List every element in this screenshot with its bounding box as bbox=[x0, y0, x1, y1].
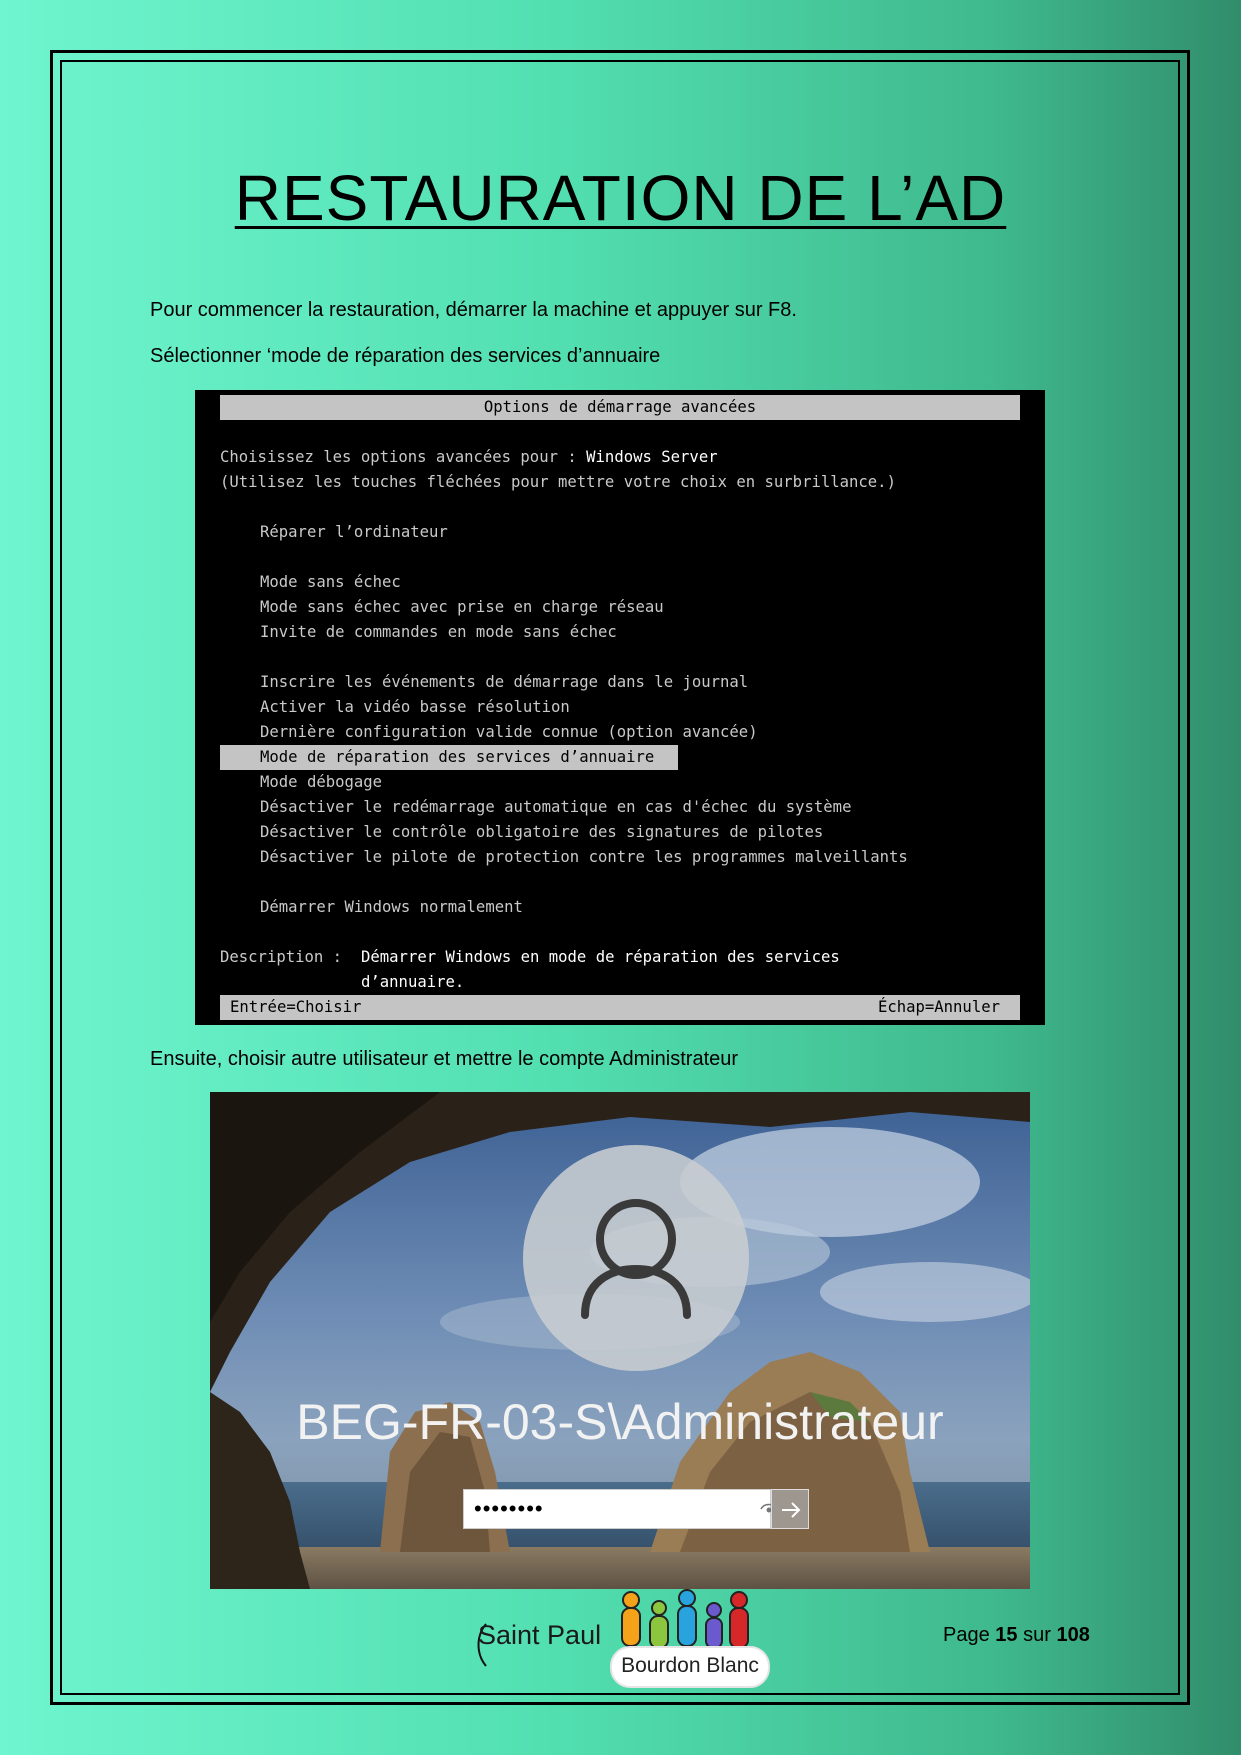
login-username: BEG-FR-03-S\Administrateur bbox=[296, 1394, 944, 1450]
user-avatar bbox=[523, 1145, 749, 1371]
login-screenshot: BEG-FR-03-S\Administrateur •••••••• bbox=[210, 1092, 1030, 1589]
boot-instruction-line: (Utilisez les touches fléchées pour mett… bbox=[220, 473, 896, 491]
boot-option-last-known-good[interactable]: Dernière configuration valide connue (op… bbox=[260, 720, 758, 745]
boot-option-disable-auto-restart[interactable]: Désactiver le redémarrage automatique en… bbox=[260, 795, 851, 820]
user-icon bbox=[581, 1199, 691, 1319]
boot-options-screenshot: Options de démarrage avancées Choisissez… bbox=[195, 390, 1045, 1025]
boot-footer-escape: Échap=Annuler bbox=[877, 998, 1000, 1016]
boot-menu-header: Options de démarrage avancées bbox=[220, 395, 1020, 420]
instruction-paragraph-3: Ensuite, choisir autre utilisateur et me… bbox=[150, 1048, 739, 1070]
boot-menu-footer: Entrée=Choisir Échap=Annuler bbox=[220, 995, 1020, 1020]
boot-option-safe-mode-cmd[interactable]: Invite de commandes en mode sans échec bbox=[260, 620, 617, 645]
boot-option-safe-mode[interactable]: Mode sans échec bbox=[260, 570, 401, 595]
page-number: Page 15 sur 108 bbox=[943, 1624, 1090, 1646]
page-total: 108 bbox=[1056, 1624, 1090, 1646]
boot-option-disable-driver-signature[interactable]: Désactiver le contrôle obligatoire des s… bbox=[260, 820, 823, 845]
boot-option-repair[interactable]: Réparer l’ordinateur bbox=[260, 520, 448, 545]
page-title: RESTAURATION DE L’AD bbox=[234, 162, 1007, 234]
arrow-right-icon bbox=[782, 1502, 801, 1518]
boot-option-dsrm-label: Mode de réparation des services d’annuai… bbox=[260, 748, 655, 766]
instruction-paragraph-2: Sélectionner ‘mode de réparation des ser… bbox=[150, 345, 661, 367]
boot-option-safe-mode-network[interactable]: Mode sans échec avec prise en charge rés… bbox=[260, 595, 664, 620]
boot-option-dsrm-selected[interactable]: Mode de réparation des services d’annuai… bbox=[220, 745, 678, 770]
instruction-paragraph-1: Pour commencer la restauration, démarrer… bbox=[150, 299, 797, 321]
boot-description-line-2: d’annuaire. bbox=[361, 973, 465, 991]
page-current: 15 bbox=[995, 1624, 1018, 1646]
submit-arrow-button[interactable] bbox=[771, 1489, 809, 1529]
boot-os-name: Windows Server bbox=[586, 448, 718, 466]
boot-description-line-1: Démarrer Windows en mode de réparation d… bbox=[361, 948, 840, 966]
boot-option-low-resolution[interactable]: Activer la vidéo basse résolution bbox=[260, 695, 570, 720]
boot-option-start-normally[interactable]: Démarrer Windows normalement bbox=[260, 895, 523, 920]
boot-choose-line: Choisissez les options avancées pour : W… bbox=[220, 448, 718, 466]
boot-option-debugging[interactable]: Mode débogage bbox=[260, 770, 382, 795]
logo-saint-paul: Saint Paul bbox=[478, 1620, 602, 1650]
boot-footer-enter: Entrée=Choisir bbox=[230, 998, 362, 1016]
password-input[interactable]: •••••••• bbox=[463, 1489, 778, 1529]
boot-option-disable-elam[interactable]: Désactiver le pilote de protection contr… bbox=[260, 845, 908, 870]
password-value: •••••••• bbox=[474, 1496, 544, 1521]
logo-bourdon-blanc: Bourdon Blanc bbox=[610, 1646, 770, 1688]
boot-option-boot-logging[interactable]: Inscrire les événements de démarrage dan… bbox=[260, 670, 748, 695]
boot-description-label: Description : bbox=[220, 948, 352, 966]
